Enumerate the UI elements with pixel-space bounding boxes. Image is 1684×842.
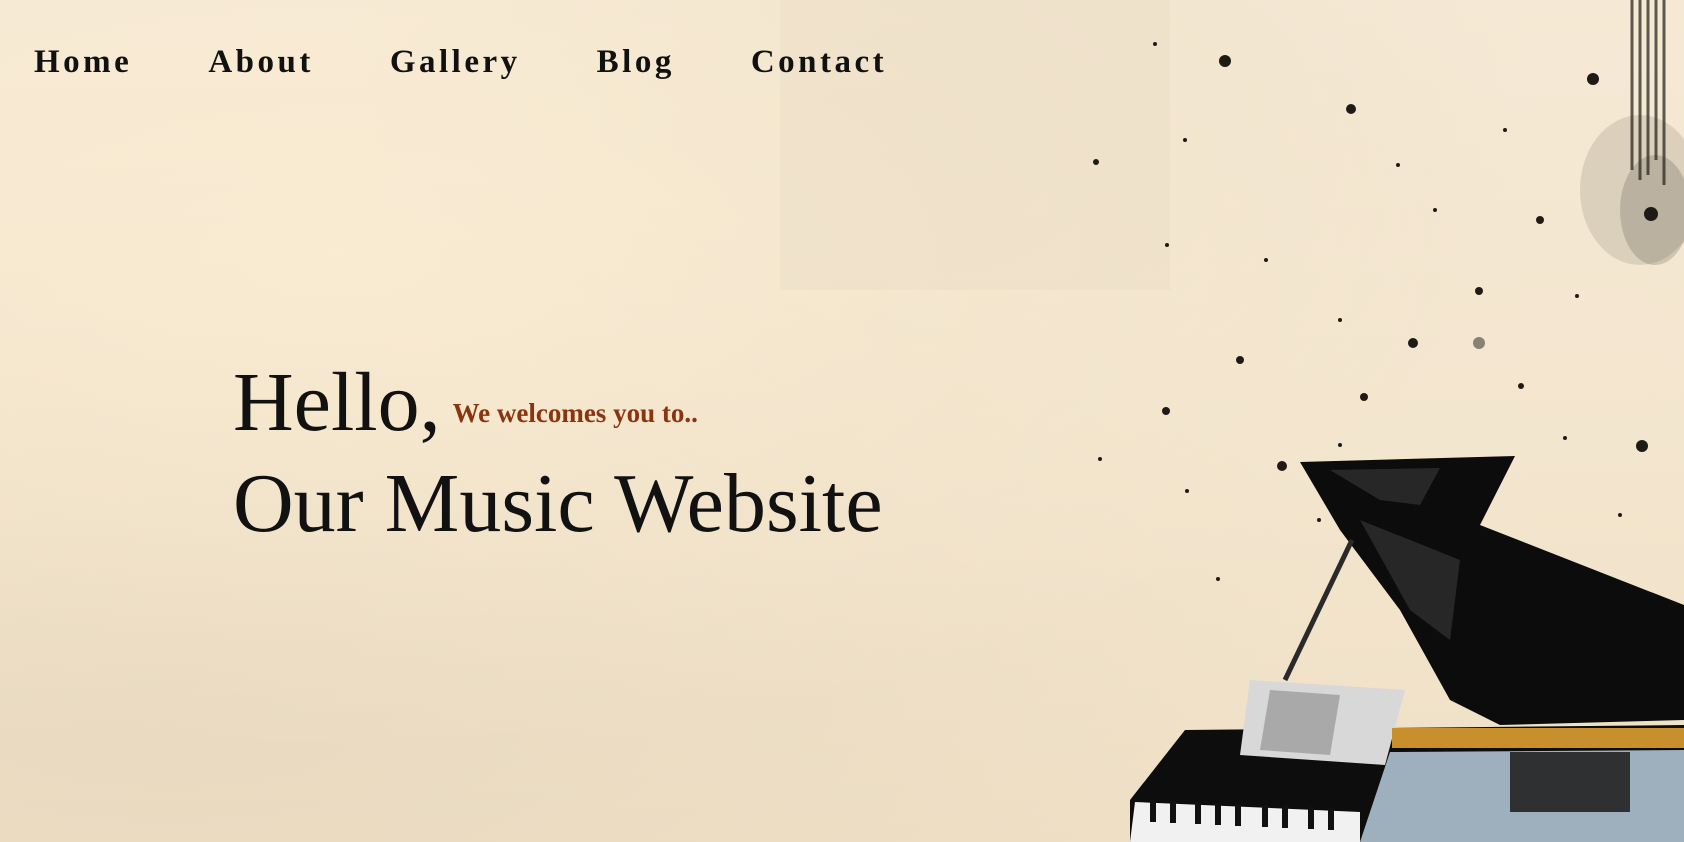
nav-link-contact[interactable]: Contact [751,42,887,82]
hero-tagline: We welcomes you to.. [452,398,698,428]
nav-link-home[interactable]: Home [34,42,132,82]
grand-piano-illustration [1093,0,1684,842]
hero-greeting-line: Hello, We welcomes you to.. [233,358,883,448]
hero-greeting: Hello, [233,356,441,449]
nav-link-blog[interactable]: Blog [597,42,675,82]
nav-link-gallery[interactable]: Gallery [390,42,521,82]
grand-piano-graphic [1130,456,1684,842]
nav-link-about[interactable]: About [208,42,314,82]
hero-section: Hello, We welcomes you to.. Our Music We… [233,358,883,552]
main-navigation: Home About Gallery Blog Contact [34,42,963,82]
hero-title: Our Music Website [233,457,883,550]
